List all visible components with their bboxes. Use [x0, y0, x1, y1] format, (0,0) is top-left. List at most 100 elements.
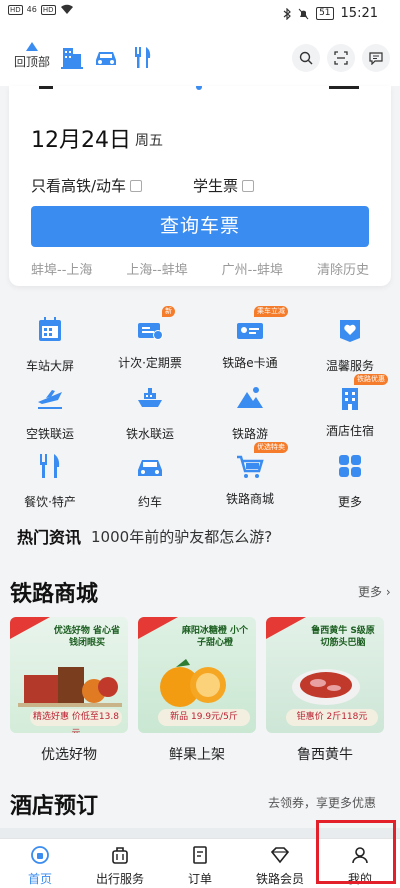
hotel-icon: 铁路优惠	[334, 374, 388, 414]
product-headline: 麻阳冰糖橙 小个子甜心橙	[181, 626, 249, 648]
message-button[interactable]	[362, 44, 390, 72]
search-icon	[299, 51, 313, 65]
battery-indicator: 51	[316, 7, 334, 20]
product-card-beef[interactable]: 鲁西黄牛 S级原切筋头巴脑 钜惠价 2斤118元	[266, 617, 384, 733]
building-icon[interactable]	[59, 44, 85, 70]
product-label[interactable]: 鲁西黄牛	[266, 744, 384, 764]
student-ticket-checkbox[interactable]	[242, 179, 255, 192]
product-ribbon	[266, 617, 306, 639]
ticket-search-card: 12月24日 周五 只看高铁/动车 学生票 查询车票 蚌埠--上海 上海--蚌埠…	[9, 86, 391, 286]
bluetooth-icon	[283, 7, 291, 20]
scan-button[interactable]	[327, 44, 355, 72]
service-label: 车站大屏	[25, 359, 74, 373]
grid-icon	[339, 455, 361, 477]
network-label: 46	[26, 5, 37, 14]
mute-icon	[298, 8, 309, 19]
cart-icon: 优选特卖	[234, 442, 288, 482]
badge-special-sale: 优选特卖	[254, 442, 288, 453]
history-item[interactable]: 上海--蚌埠	[126, 259, 187, 278]
high-speed-only-checkbox[interactable]	[130, 179, 143, 192]
high-speed-only-label: 只看高铁/动车	[31, 177, 127, 195]
service-station-screen[interactable]: 车站大屏	[0, 314, 100, 374]
service-label: 铁路游	[231, 427, 268, 441]
service-care[interactable]: 温馨服务	[300, 314, 400, 374]
hd-badge: HD	[8, 4, 23, 15]
query-tickets-button[interactable]: 查询车票	[31, 206, 369, 247]
arrow-up-icon	[26, 42, 38, 51]
hotel-promo-link[interactable]: 去领券，享更多优惠	[268, 794, 376, 811]
product-label[interactable]: 鲜果上架	[138, 744, 256, 764]
student-ticket-option[interactable]: 学生票	[193, 175, 255, 196]
hot-news-text: 1000年前的驴友都怎么游?	[91, 527, 273, 546]
status-left: HD 46 HD	[8, 4, 74, 15]
car-icon	[138, 460, 162, 476]
service-hotel[interactable]: 铁路优惠 酒店住宿	[300, 374, 400, 439]
product-card-goods[interactable]: 优选好物 省心省钱闭眼买 精选好惠 价低至13.8元	[10, 617, 128, 733]
chevron-right-icon: ›	[382, 585, 391, 599]
hd-badge-2: HD	[40, 4, 56, 15]
product-card-fruit[interactable]: 麻阳冰糖橙 小个子甜心橙 新品 19.9元/5斤	[138, 617, 256, 733]
service-food[interactable]: 餐饮·特产	[0, 450, 100, 510]
service-e-card[interactable]: 乘车立减 铁路e卡通	[200, 306, 300, 371]
product-headline: 优选好物 省心省钱闭眼买	[53, 626, 121, 648]
order-icon	[193, 846, 207, 864]
product-price: 精选好惠 价低至13.8元	[30, 709, 122, 733]
service-label: 空铁联运	[25, 427, 74, 441]
food-icon[interactable]	[130, 44, 156, 70]
product-label[interactable]: 优选好物	[10, 744, 128, 764]
search-button[interactable]	[292, 44, 320, 72]
top-bar: 回顶部	[0, 28, 400, 86]
badge-rail-discount: 铁路优惠	[354, 374, 388, 385]
scan-icon	[334, 51, 348, 65]
service-label: 更多	[337, 495, 362, 509]
nav-label: 订单	[187, 872, 212, 886]
service-periodic-ticket[interactable]: 新 计次·定期票	[100, 306, 200, 371]
orange-image	[160, 659, 226, 707]
service-more[interactable]: 更多	[300, 450, 400, 510]
product-ribbon	[10, 617, 50, 639]
mall-more-link[interactable]: 更多 ›	[358, 583, 391, 600]
service-taxi[interactable]: 约车	[100, 450, 200, 510]
service-mall[interactable]: 优选特卖 铁路商城	[200, 442, 300, 507]
hot-news-tag: 热门资讯	[17, 528, 82, 547]
service-label: 铁水联运	[125, 427, 174, 441]
home-icon	[31, 846, 49, 864]
service-rail-tour[interactable]: 铁路游	[200, 382, 300, 442]
hotel-section-title: 酒店预订	[10, 794, 99, 819]
airplane-icon	[38, 390, 62, 409]
badge-new: 新	[162, 306, 175, 317]
nav-membership[interactable]: 铁路会员	[240, 845, 320, 887]
high-speed-only-option[interactable]: 只看高铁/动车	[31, 175, 143, 196]
message-icon	[369, 52, 383, 65]
service-label: 计次·定期票	[118, 356, 182, 370]
service-label: 温馨服务	[325, 359, 374, 373]
ship-icon	[138, 388, 162, 407]
mall-more-label: 更多	[358, 585, 383, 599]
nav-home[interactable]: 首页	[0, 845, 80, 887]
service-rail-water[interactable]: 铁水联运	[100, 382, 200, 442]
car-icon[interactable]	[93, 44, 119, 70]
ticket-icon: 新	[134, 306, 175, 346]
diamond-icon	[270, 847, 290, 864]
hot-news[interactable]: 热门资讯 1000年前的驴友都怎么游?	[17, 524, 377, 548]
nav-label: 铁路会员	[255, 872, 304, 886]
clear-history-button[interactable]: 清除历史	[317, 259, 369, 278]
food-icon	[40, 454, 60, 478]
history-item[interactable]: 蚌埠--上海	[31, 259, 92, 278]
nav-travel-service[interactable]: 出行服务	[80, 845, 160, 887]
student-ticket-label: 学生票	[193, 177, 239, 195]
search-history: 蚌埠--上海 上海--蚌埠 广州--蚌埠 清除历史	[31, 259, 369, 278]
history-item[interactable]: 广州--蚌埠	[222, 259, 283, 278]
service-air-rail[interactable]: 空铁联运	[0, 382, 100, 442]
status-time: 15:21	[340, 6, 378, 21]
product-price: 钜惠价 2斤118元	[286, 709, 378, 726]
calendar-icon	[39, 317, 61, 341]
back-to-top-button[interactable]: 回顶部	[12, 42, 52, 70]
departure-date[interactable]: 12月24日	[31, 122, 131, 154]
departure-weekday: 周五	[135, 133, 163, 149]
service-label: 餐饮·特产	[24, 495, 76, 509]
nav-orders[interactable]: 订单	[160, 845, 240, 887]
product-price: 新品 19.9元/5斤	[158, 709, 250, 726]
service-label: 铁路e卡通	[222, 356, 278, 370]
service-grid: 车站大屏 新 计次·定期票 乘车立减 铁路e卡通 温馨服务 空铁联运 铁水联运 …	[0, 306, 400, 509]
